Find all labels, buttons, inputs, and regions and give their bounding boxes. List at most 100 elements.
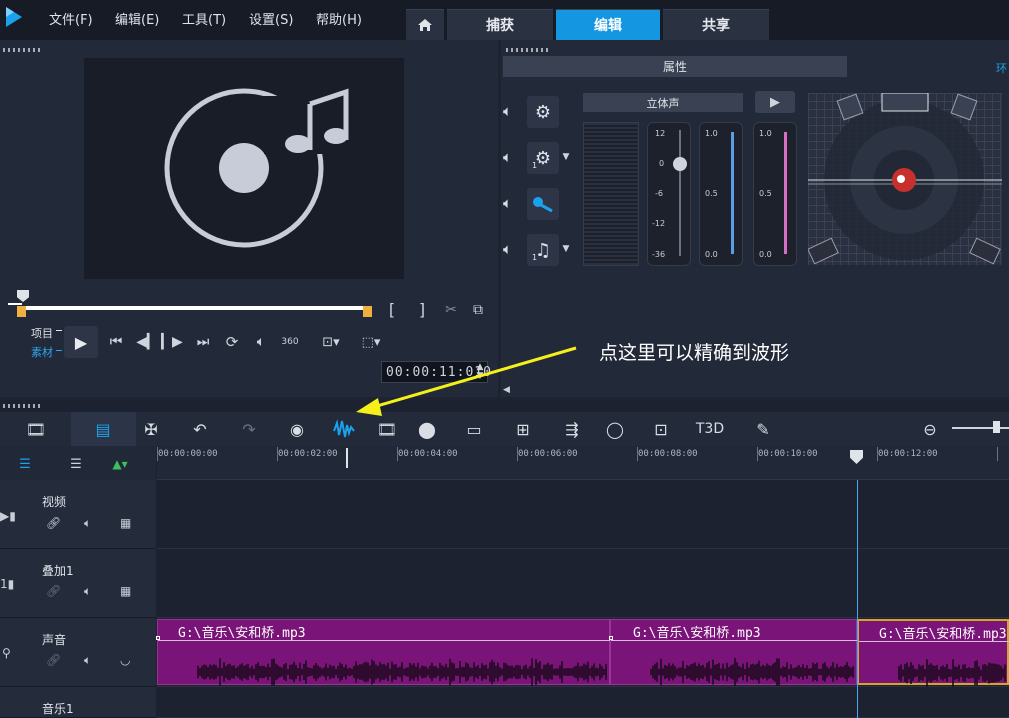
voice-track-icon[interactable]	[527, 188, 559, 220]
tools-icon[interactable]: ✠	[138, 417, 164, 441]
mark-in-button[interactable]: [	[384, 300, 400, 319]
speaker-icon[interactable]: 🔈︎	[503, 194, 512, 212]
ruler-cursor[interactable]	[346, 448, 348, 468]
volume-fader[interactable]	[647, 122, 691, 266]
track-manager-icon[interactable]: ☰	[14, 455, 36, 473]
next-frame-icon[interactable]: ▎▶	[161, 332, 183, 352]
redo-icon[interactable]: ↷	[236, 417, 262, 441]
menu-tools[interactable]: 工具(T)	[182, 9, 226, 28]
audio-clip[interactable]: G:\音乐\安和桥.mp3	[610, 619, 858, 686]
speaker-icon[interactable]: 🔈︎	[84, 584, 91, 599]
scrub-bar[interactable]	[18, 306, 370, 310]
enlarge-icon[interactable]: ⧉	[468, 300, 488, 320]
tab-edit[interactable]: 编辑	[556, 9, 660, 40]
ruler-label: 00:00:10:00	[758, 449, 818, 459]
mark-out-button[interactable]: ]	[414, 300, 430, 319]
storyboard-view-icon[interactable]: 🎞︎	[23, 417, 49, 441]
undo-icon[interactable]: ↶	[187, 417, 213, 441]
panel-grip[interactable]	[506, 48, 550, 52]
record-capture-icon[interactable]: ◉	[284, 417, 310, 441]
link-icon[interactable]: 🔗︎	[46, 653, 61, 667]
trim-start-marker[interactable]	[17, 306, 26, 317]
pan-zoom-icon[interactable]: ⊡	[648, 417, 674, 441]
mask-creator-icon[interactable]: ◯	[602, 417, 628, 441]
menu-help[interactable]: 帮助(H)	[316, 9, 362, 28]
channel-count: 1	[532, 161, 538, 170]
annotation-text: 点这里可以精确到波形	[599, 342, 790, 364]
grid-pattern-icon[interactable]: ▦	[120, 584, 131, 598]
video-track-icon[interactable]: ⚙	[527, 96, 559, 128]
panel-grip[interactable]	[3, 404, 41, 408]
overlay-icon[interactable]: 1▮	[0, 577, 14, 591]
playhead-line[interactable]	[857, 480, 858, 718]
volume-curve-icon[interactable]: ◡	[120, 653, 130, 667]
stereo-mode-label[interactable]: 立体声	[583, 93, 743, 112]
track-name-overlay[interactable]: 叠加1	[42, 562, 74, 579]
speaker-icon[interactable]: 🔈︎	[84, 653, 91, 668]
tab-surround[interactable]: 环	[996, 60, 1007, 76]
go-to-end-icon[interactable]: ⏭	[192, 332, 214, 352]
fader-scale-label: -12	[652, 219, 666, 228]
ruler-label: 00:00:00:00	[158, 449, 218, 459]
speaker-icon[interactable]: 🔈︎	[503, 240, 512, 258]
track-lane-music[interactable]	[157, 687, 1009, 718]
app-logo-icon	[6, 7, 22, 27]
zoom-out-icon[interactable]: ⊖	[917, 417, 943, 441]
volume-line[interactable]	[859, 641, 1009, 642]
mixer-play-button[interactable]: ▶	[755, 91, 795, 113]
timeline-view-icon[interactable]: ▤	[90, 417, 116, 441]
tab-share[interactable]: 共享	[663, 9, 769, 40]
3d-title-icon[interactable]: T3D	[696, 417, 724, 441]
tab-home[interactable]	[406, 9, 444, 40]
track-lane-overlay[interactable]	[157, 549, 1009, 618]
ruler-label: 00:00:12:00	[878, 449, 938, 459]
add-track-icon[interactable]: ☰	[65, 455, 87, 473]
audio-clip[interactable]: G:\音乐\安和桥.mp3	[157, 619, 611, 686]
trim-end-marker[interactable]	[363, 306, 372, 317]
menu-file[interactable]: 文件(F)	[49, 9, 93, 28]
play-button[interactable]: ▶	[64, 326, 98, 358]
menu-edit[interactable]: 编辑(E)	[115, 9, 159, 28]
audio-clip-selected[interactable]: G:\音乐\安和桥.mp3	[857, 619, 1009, 687]
audio-waveform	[197, 658, 607, 686]
chevron-down-icon[interactable]: ▼	[561, 150, 571, 164]
tab-properties[interactable]: 属性	[503, 56, 847, 77]
project-label[interactable]: 项目	[31, 325, 53, 341]
video-camera-icon[interactable]: ▶▮	[0, 509, 16, 523]
link-icon[interactable]: 🔗︎	[46, 516, 61, 530]
track-lane-video[interactable]	[157, 481, 1009, 549]
volume-icon[interactable]: 🔈︎	[249, 332, 273, 352]
link-icon[interactable]: 🔗︎	[46, 584, 61, 598]
go-to-start-icon[interactable]: ⏮	[105, 332, 127, 352]
panel-grip[interactable]	[3, 48, 41, 52]
repeat-icon[interactable]: ⟳	[220, 332, 244, 352]
music-disc-icon	[164, 88, 350, 248]
fader-knob[interactable]	[673, 157, 687, 171]
speaker-icon[interactable]: 🔈︎	[503, 148, 512, 166]
chevron-down-icon[interactable]: ▼	[561, 242, 571, 256]
keyframe-point[interactable]	[609, 636, 613, 640]
ripple-edit-icon[interactable]: ▲▾	[108, 455, 132, 473]
zoom-slider[interactable]	[952, 427, 1009, 429]
clip-label[interactable]: 素材	[31, 344, 53, 360]
edit-checklist-icon[interactable]: ✎	[750, 417, 776, 441]
meter-scale-label: 1.0	[705, 129, 718, 138]
track-name-voice[interactable]: 声音	[42, 631, 66, 648]
track-name-music[interactable]: 音乐1	[42, 700, 74, 717]
scrub-start-line	[8, 303, 22, 305]
tab-capture[interactable]: 捕获	[447, 9, 553, 40]
volume-line[interactable]	[158, 640, 611, 641]
zoom-slider-thumb[interactable]	[993, 421, 1000, 433]
track-name-video[interactable]: 视频	[42, 493, 66, 510]
scissors-icon[interactable]: ✂	[441, 300, 461, 320]
speaker-icon[interactable]: 🔈︎	[84, 516, 91, 531]
volume-line[interactable]	[611, 640, 858, 641]
360-view-icon[interactable]: 360	[277, 332, 303, 352]
keyframe-point[interactable]	[156, 636, 160, 640]
microphone-icon[interactable]: ⚲	[2, 646, 11, 660]
previous-frame-icon[interactable]: ◀▎	[136, 332, 158, 352]
speaker-icon[interactable]: 🔈︎	[503, 102, 512, 120]
surround-panner[interactable]	[807, 92, 1002, 265]
menu-settings[interactable]: 设置(S)	[249, 9, 293, 28]
grid-pattern-icon[interactable]: ▦	[120, 516, 131, 530]
